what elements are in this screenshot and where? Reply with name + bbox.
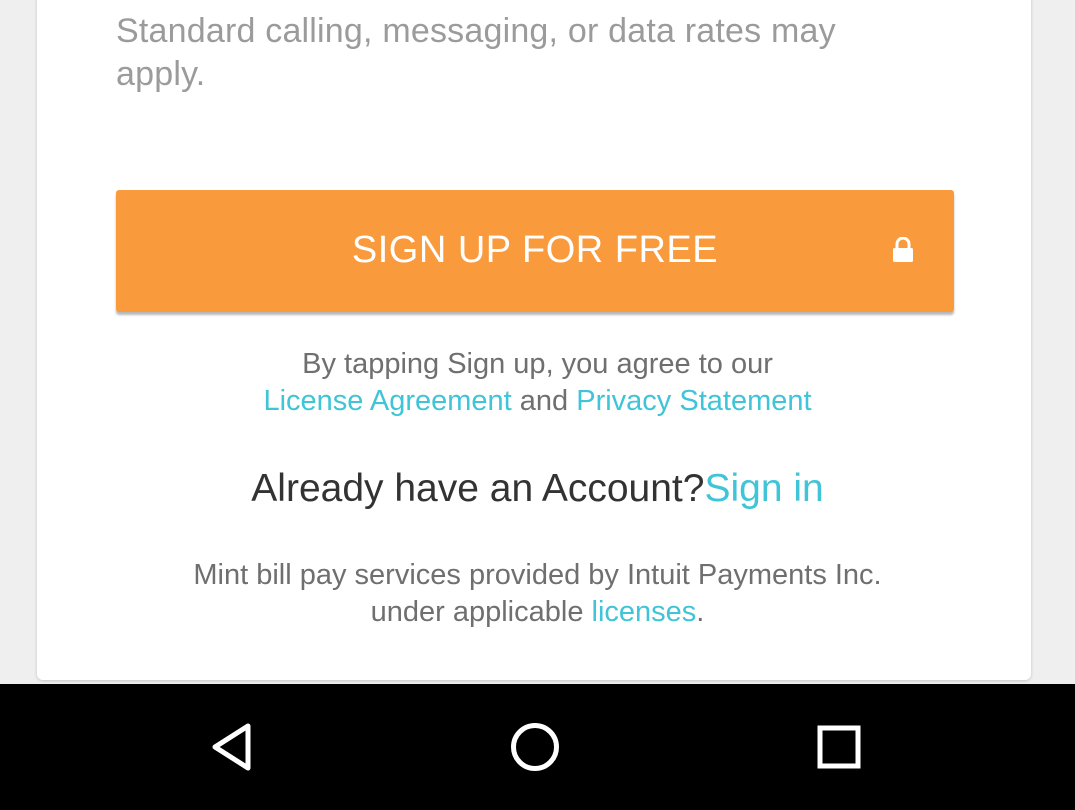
bill-pay-line-2-prefix: under applicable — [370, 596, 584, 628]
license-agreement-link[interactable]: License Agreement — [263, 385, 511, 417]
rates-disclaimer: Standard calling, messaging, or data rat… — [116, 12, 836, 93]
privacy-statement-link[interactable]: Privacy Statement — [576, 385, 811, 417]
lock-icon — [892, 236, 914, 263]
bill-pay-line-2: under applicable licenses. — [0, 594, 1075, 631]
existing-account-line: Already have an Account?Sign in — [0, 465, 1075, 513]
back-button[interactable] — [182, 704, 282, 790]
sign-up-for-free-button[interactable]: SIGN UP FOR FREE — [116, 190, 954, 312]
bill-pay-disclaimer: Mint bill pay services provided by Intui… — [0, 557, 1075, 631]
agreement-text: By tapping Sign up, you agree to our Lic… — [0, 346, 1075, 420]
system-navigation-bar — [0, 684, 1075, 810]
back-icon — [182, 717, 282, 777]
agreement-prefix: By tapping Sign up, you agree to our — [302, 348, 773, 380]
agreement-links-line: License Agreement and Privacy Statement — [0, 383, 1075, 420]
home-icon — [485, 717, 585, 777]
screen: Standard calling, messaging, or data rat… — [0, 0, 1075, 810]
home-button[interactable] — [485, 704, 585, 790]
bill-pay-line-2-suffix: . — [696, 596, 705, 628]
sign-up-button-label: SIGN UP FOR FREE — [351, 229, 719, 271]
licenses-link[interactable]: licenses — [592, 596, 697, 628]
account-question: Already have an Account? — [251, 467, 705, 510]
bill-pay-line-1: Mint bill pay services provided by Intui… — [193, 559, 882, 591]
recents-icon — [789, 717, 889, 777]
sign-in-link[interactable]: Sign in — [704, 467, 823, 510]
recents-button[interactable] — [789, 704, 889, 790]
agreement-conjunction: and — [519, 385, 569, 417]
